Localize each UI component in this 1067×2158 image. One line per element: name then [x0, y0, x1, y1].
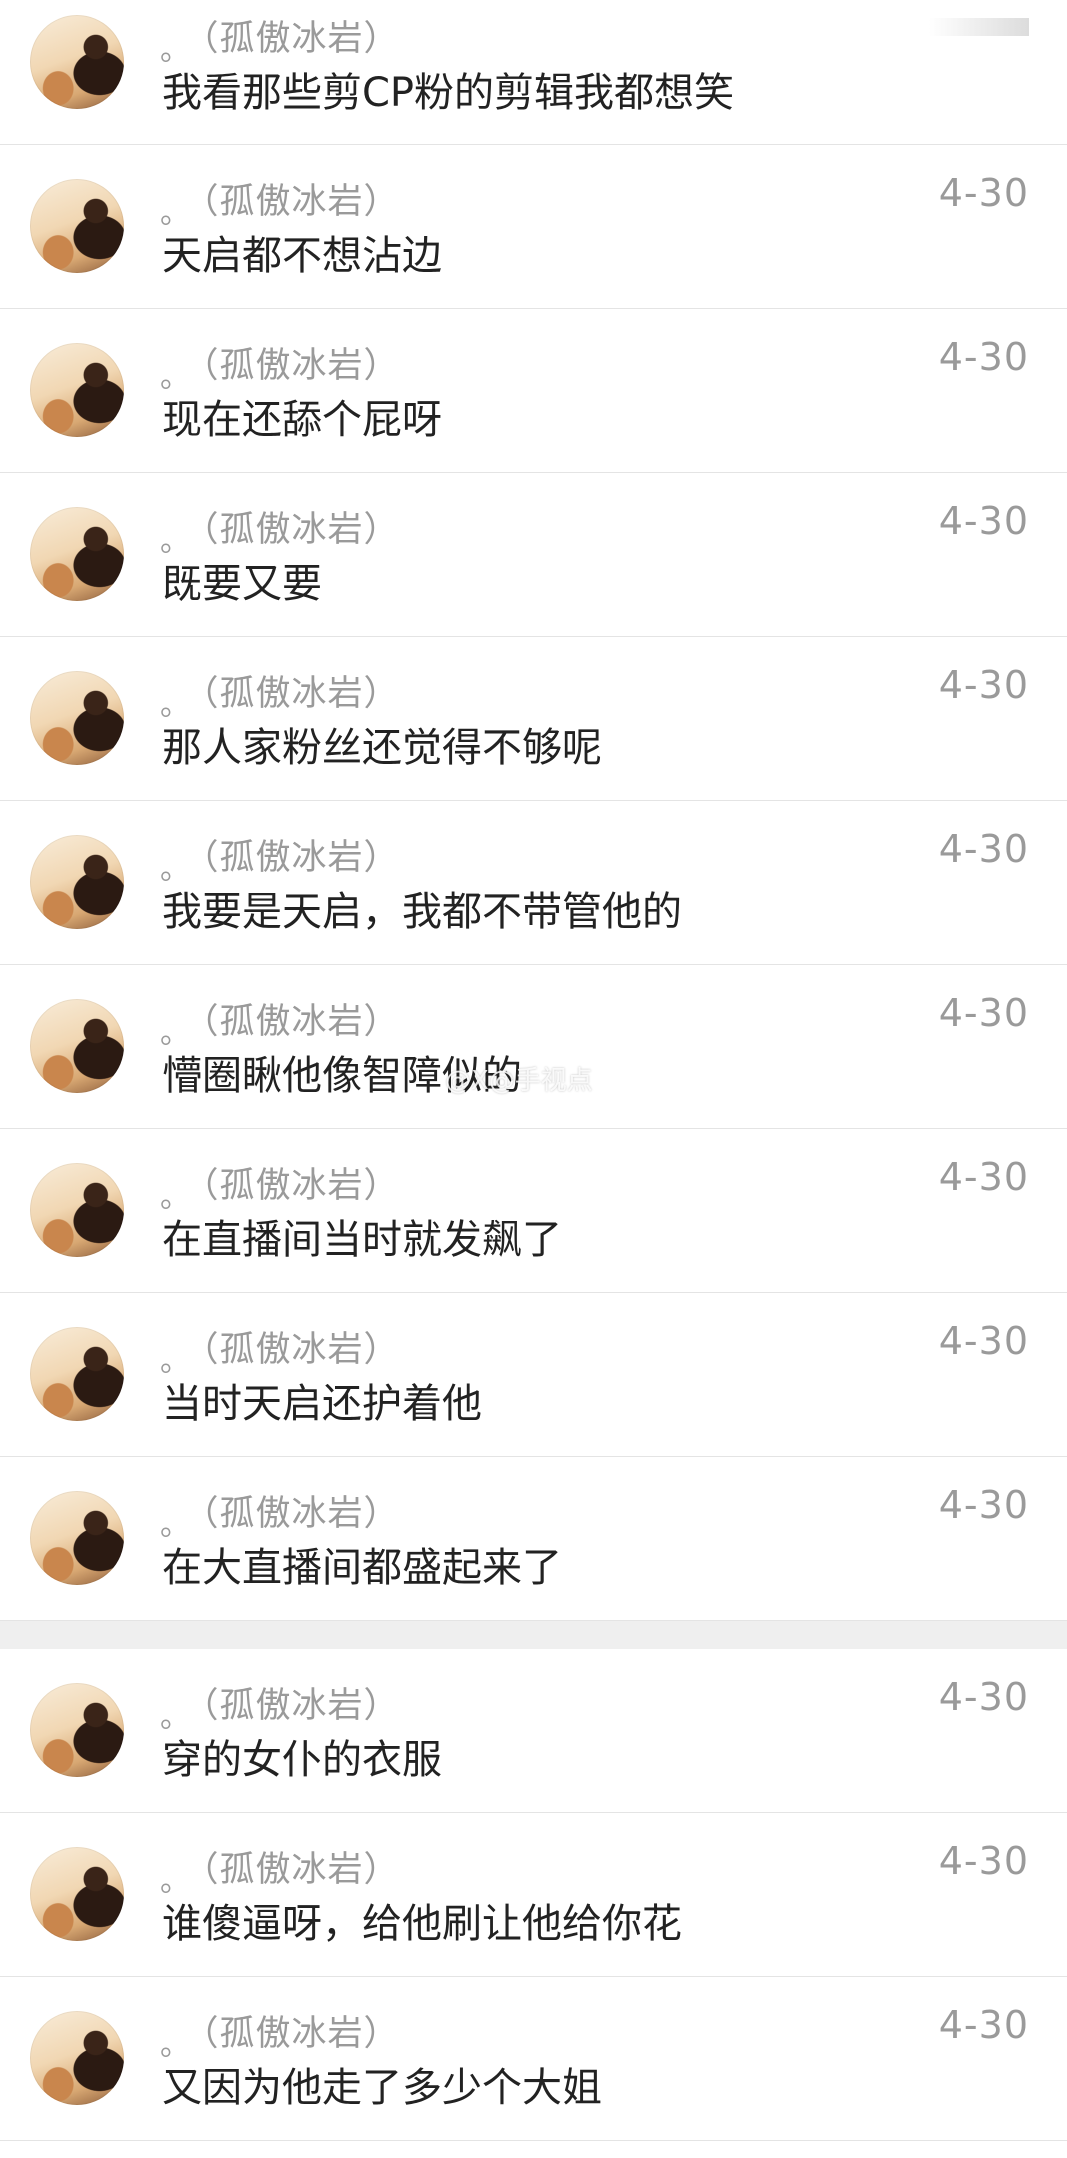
comment-date: 4-30 — [938, 1319, 1029, 1363]
username[interactable]: 。（孤傲冰岩） — [160, 2005, 400, 2063]
watermark: @X@手视点 — [445, 1066, 593, 1096]
list-item[interactable]: 。（孤傲冰岩） 4-30 我要是天启，我都不带管他的 — [0, 801, 1067, 965]
comment-text: 天启都不想沾边 — [162, 233, 442, 279]
date-fade — [929, 18, 1029, 36]
comment-text: 我看那些剪CP粉的剪辑我都想笑 — [162, 70, 735, 116]
avatar[interactable] — [30, 1327, 124, 1421]
username[interactable]: 。（孤傲冰岩） — [160, 1677, 400, 1735]
comment-text: 在直播间当时就发飙了 — [162, 1217, 562, 1263]
username-text: （孤傲冰岩） — [201, 2014, 400, 2054]
list-item[interactable]: 。（孤傲冰岩） 4-30 懵圈瞅他像智障似的 — [0, 965, 1067, 1129]
comment-text: 既要又要 — [162, 561, 322, 607]
username-text: （孤傲冰岩） — [201, 1166, 400, 1206]
list-item[interactable]: 。（孤傲冰岩） 4-30 在直播间当时就发飙了 — [0, 1129, 1067, 1293]
username-text: （孤傲冰岩） — [201, 19, 400, 59]
avatar[interactable] — [30, 15, 124, 109]
username[interactable]: 。（孤傲冰岩） — [160, 10, 400, 68]
comment-text: 又因为他走了多少个大姐 — [162, 2065, 602, 2111]
username[interactable]: 。（孤傲冰岩） — [160, 1841, 400, 1899]
username-text: （孤傲冰岩） — [201, 674, 400, 714]
comment-text: 我要是天启，我都不带管他的 — [162, 889, 682, 935]
comment-date: 4-30 — [938, 2003, 1029, 2047]
list-item[interactable]: 。（孤傲冰岩） 4-30 天启都不想沾边 — [0, 145, 1067, 309]
avatar[interactable] — [30, 507, 124, 601]
avatar[interactable] — [30, 1847, 124, 1941]
username-text: （孤傲冰岩） — [201, 1002, 400, 1042]
comment-date: 4-30 — [938, 1675, 1029, 1719]
comment-text: 谁傻逼呀，给他刷让他给你花 — [162, 1901, 682, 1947]
comment-date: 4-30 — [938, 171, 1029, 215]
comment-text: 穿的女仆的衣服 — [162, 1737, 442, 1783]
username-text: （孤傲冰岩） — [201, 346, 400, 386]
avatar[interactable] — [30, 1491, 124, 1585]
username-text: （孤傲冰岩） — [201, 1850, 400, 1890]
avatar[interactable] — [30, 343, 124, 437]
comment-text: 在大直播间都盛起来了 — [162, 1545, 562, 1591]
username[interactable]: 。（孤傲冰岩） — [160, 337, 400, 395]
comment-date: 4-30 — [938, 827, 1029, 871]
list-item[interactable]: 。（孤傲冰岩） 4-30 谁傻逼呀，给他刷让他给你花 — [0, 1813, 1067, 1977]
avatar[interactable] — [30, 2011, 124, 2105]
comment-date: 4-30 — [938, 663, 1029, 707]
username[interactable]: 。（孤傲冰岩） — [160, 829, 400, 887]
list-item[interactable]: 。（孤傲冰岩） 4-30 当时天启还护着他 — [0, 1293, 1067, 1457]
section-divider — [0, 1621, 1067, 1649]
list-item[interactable]: 。（孤傲冰岩） 4-30 在大直播间都盛起来了 — [0, 1457, 1067, 1621]
username-text: （孤傲冰岩） — [201, 838, 400, 878]
comment-date: 4-30 — [938, 1839, 1029, 1883]
username[interactable]: 。（孤傲冰岩） — [160, 993, 400, 1051]
username-text: （孤傲冰岩） — [201, 1494, 400, 1534]
username[interactable]: 。（孤傲冰岩） — [160, 173, 400, 231]
avatar[interactable] — [30, 1683, 124, 1777]
avatar[interactable] — [30, 999, 124, 1093]
list-item[interactable]: 。（孤傲冰岩） 4-30 那人家粉丝还觉得不够呢 — [0, 637, 1067, 801]
username-text: （孤傲冰岩） — [201, 1686, 400, 1726]
username[interactable]: 。（孤傲冰岩） — [160, 665, 400, 723]
avatar[interactable] — [30, 179, 124, 273]
username-text: （孤傲冰岩） — [201, 182, 400, 222]
list-item[interactable]: 。（孤傲冰岩） 4-30 又因为他走了多少个大姐 — [0, 1977, 1067, 2141]
username[interactable]: 。（孤傲冰岩） — [160, 1157, 400, 1215]
comment-text: 那人家粉丝还觉得不够呢 — [162, 725, 602, 771]
list-item[interactable]: 。（孤傲冰岩） 4-30 既要又要 — [0, 473, 1067, 637]
comment-date: 4-30 — [938, 1155, 1029, 1199]
list-item[interactable]: 。（孤傲冰岩） 4-30 穿的女仆的衣服 — [0, 1649, 1067, 1813]
avatar[interactable] — [30, 835, 124, 929]
list-item[interactable]: 。（孤傲冰岩） 4-30 现在还舔个屁呀 — [0, 309, 1067, 473]
comment-text: 当时天启还护着他 — [162, 1381, 482, 1427]
username[interactable]: 。（孤傲冰岩） — [160, 501, 400, 559]
username[interactable]: 。（孤傲冰岩） — [160, 1485, 400, 1543]
list-item[interactable]: 。（孤傲冰岩） 我看那些剪CP粉的剪辑我都想笑 — [0, 0, 1067, 145]
comment-text: 现在还舔个屁呀 — [162, 397, 442, 443]
comment-date: 4-30 — [938, 991, 1029, 1035]
username-text: （孤傲冰岩） — [201, 1330, 400, 1370]
username[interactable]: 。（孤傲冰岩） — [160, 1321, 400, 1379]
avatar[interactable] — [30, 671, 124, 765]
comment-date: 4-30 — [938, 335, 1029, 379]
comment-date: 4-30 — [938, 1483, 1029, 1527]
comment-date: 4-30 — [938, 499, 1029, 543]
avatar[interactable] — [30, 1163, 124, 1257]
username-text: （孤傲冰岩） — [201, 510, 400, 550]
